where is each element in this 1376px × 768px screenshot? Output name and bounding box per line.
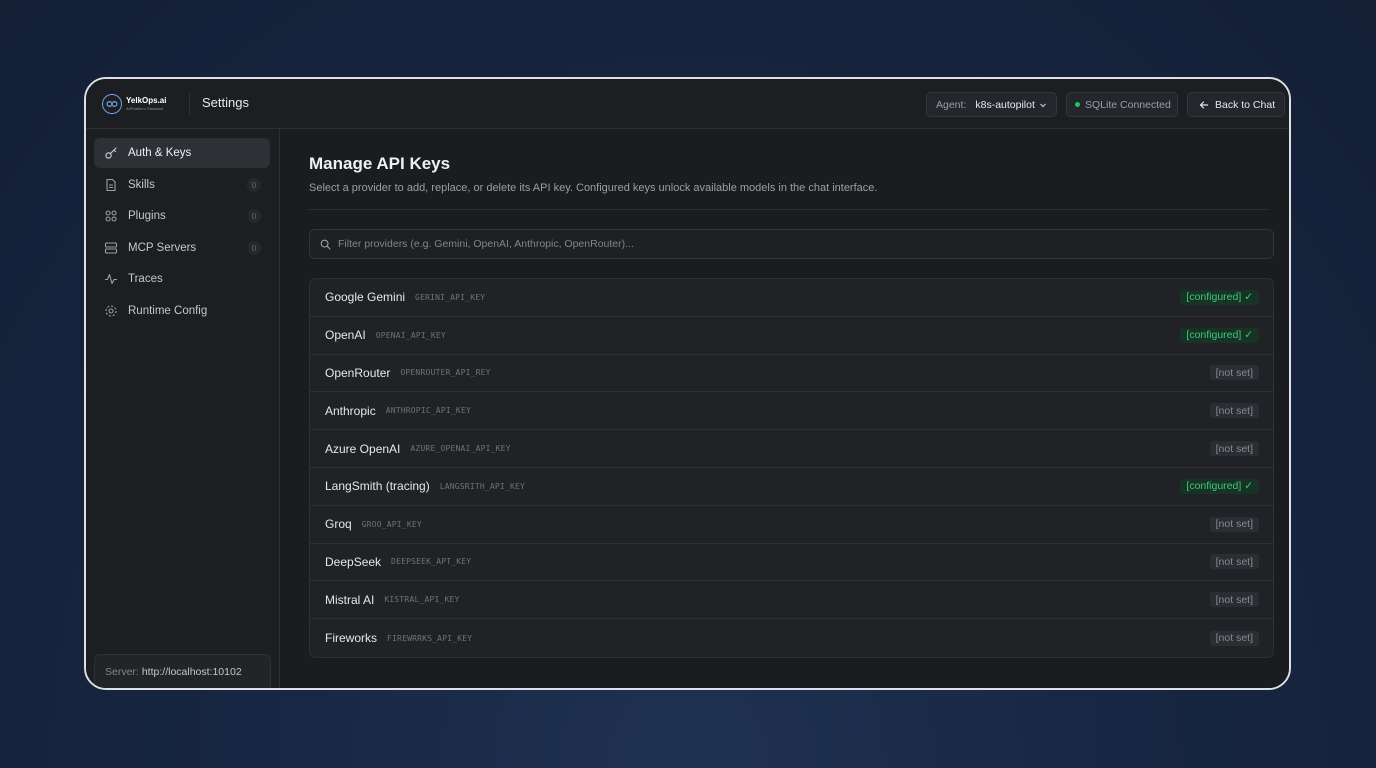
- agent-selector[interactable]: Agent: k8s-autopilot: [926, 92, 1057, 117]
- provider-name: Mistral AI: [325, 592, 375, 607]
- provider-row-anthropic[interactable]: Anthropic ANTHROPIC_API_KEY [not set]: [310, 392, 1273, 431]
- back-to-chat-button[interactable]: Back to Chat: [1187, 92, 1285, 117]
- sidebar-item-label: Traces: [128, 273, 163, 285]
- activity-icon: [104, 272, 118, 286]
- status-badge: [not set]: [1209, 554, 1259, 570]
- header-divider: [189, 93, 190, 115]
- sidebar: Auth & Keys Skills 0 Plugins 0 MCP Serve…: [86, 129, 280, 688]
- provider-name: Google Gemini: [325, 290, 406, 305]
- search-input[interactable]: [338, 238, 1238, 250]
- server-url: http://localhost:10102: [141, 665, 242, 678]
- status-dot-icon: [1075, 102, 1080, 107]
- logo-tagline: AI/Platform Standard: [126, 106, 164, 111]
- provider-env-var: LANGSRITH_API_KEY: [439, 481, 525, 491]
- back-to-chat-label: Back to Chat: [1215, 98, 1276, 111]
- status-badge: [not set]: [1209, 441, 1259, 457]
- arrow-left-icon: [1199, 100, 1209, 109]
- server-info: Server: http://localhost:10102: [94, 654, 271, 688]
- count-badge: 0: [247, 209, 261, 223]
- sidebar-item-label: Skills: [128, 179, 155, 191]
- provider-env-var: FIREWRRKS_API_KEY: [387, 633, 473, 643]
- agent-value: k8s-autopilot: [975, 98, 1035, 111]
- provider-name: OpenAI: [325, 328, 366, 343]
- section-description: Select a provider to add, replace, or de…: [309, 182, 878, 194]
- key-icon: [104, 146, 118, 160]
- agent-label: Agent:: [936, 98, 967, 111]
- status-badge: [configured] ✓: [1180, 327, 1259, 343]
- provider-search[interactable]: [309, 229, 1274, 259]
- section-title: Manage API Keys: [309, 154, 451, 173]
- search-icon: [320, 239, 331, 250]
- sidebar-item-plugins[interactable]: Plugins 0: [94, 201, 270, 231]
- sidebar-item-label: Auth & Keys: [128, 147, 192, 159]
- settings-window: YelkOps.ai AI/Platform Standard Settings…: [84, 77, 1291, 690]
- provider-row-google-gemini[interactable]: Google Gemini GERINI_API_KEY [configured…: [310, 279, 1273, 317]
- sidebar-item-auth-keys[interactable]: Auth & Keys: [94, 138, 270, 168]
- status-badge: [not set]: [1209, 630, 1259, 646]
- sidebar-item-label: MCP Servers: [128, 242, 197, 254]
- provider-name: Anthropic: [325, 403, 376, 418]
- count-badge: 0: [247, 241, 261, 255]
- provider-env-var: GROO_API_KEY: [361, 519, 422, 529]
- provider-row-deepseek[interactable]: DeepSeek DEEPSEEK_APT_KEY [not set]: [310, 544, 1273, 582]
- status-badge: [configured] ✓: [1180, 478, 1259, 494]
- provider-row-langsmith[interactable]: LangSmith (tracing) LANGSRITH_API_KEY [c…: [310, 468, 1273, 506]
- status-badge: [configured] ✓: [1180, 289, 1259, 305]
- sidebar-item-mcp-servers[interactable]: MCP Servers 0: [94, 233, 270, 263]
- sidebar-item-traces[interactable]: Traces: [94, 264, 270, 294]
- provider-row-fireworks[interactable]: Fireworks FIREWRRKS_API_KEY [not set]: [310, 619, 1273, 657]
- provider-row-openrouter[interactable]: OpenRouter OPENROUTER_API_REY [not set]: [310, 355, 1273, 393]
- provider-row-groq[interactable]: Groq GROO_API_KEY [not set]: [310, 506, 1273, 544]
- server-label: Server:: [105, 665, 139, 678]
- count-badge: 0: [247, 178, 261, 192]
- document-icon: [104, 178, 118, 192]
- logo-name: YelkOps.ai: [126, 96, 167, 105]
- provider-list: Google Gemini GERINI_API_KEY [configured…: [309, 278, 1274, 658]
- plugins-icon: [104, 209, 118, 223]
- provider-env-var: GERINI_API_KEY: [415, 292, 486, 302]
- sidebar-item-runtime-config[interactable]: Runtime Config: [94, 296, 270, 326]
- provider-name: OpenRouter: [325, 365, 391, 380]
- provider-name: Azure OpenAI: [325, 441, 401, 456]
- section-divider: [309, 209, 1269, 210]
- chevron-down-icon: [1039, 103, 1046, 107]
- status-badge: [not set]: [1209, 592, 1259, 608]
- page-title: Settings: [202, 95, 249, 110]
- provider-env-var: AZURE_OPENAI_API_KEY: [410, 444, 511, 454]
- sidebar-item-skills[interactable]: Skills 0: [94, 170, 270, 200]
- top-bar: YelkOps.ai AI/Platform Standard Settings…: [86, 79, 1289, 129]
- provider-name: LangSmith (tracing): [325, 479, 430, 494]
- provider-row-openai[interactable]: OpenAI OPENAI_API_KEY [configured] ✓: [310, 317, 1273, 355]
- provider-env-var: OPENROUTER_API_REY: [400, 368, 491, 378]
- provider-name: DeepSeek: [325, 554, 382, 569]
- gear-icon: [104, 304, 118, 318]
- provider-name: Groq: [325, 517, 352, 532]
- provider-env-var: ANTHROPIC_API_KEY: [385, 406, 471, 416]
- provider-env-var: DEEPSEEK_APT_KEY: [391, 557, 472, 567]
- status-badge: [not set]: [1209, 403, 1259, 419]
- provider-row-mistral-ai[interactable]: Mistral AI KISTRAL_API_KEY [not set]: [310, 581, 1273, 620]
- logo-icon: [102, 94, 122, 114]
- status-badge: [not set]: [1209, 516, 1259, 532]
- provider-name: Fireworks: [325, 631, 378, 646]
- sidebar-item-label: Runtime Config: [128, 305, 208, 317]
- main-content: Manage API Keys Select a provider to add…: [280, 129, 1289, 688]
- provider-env-var: OPENAI_API_KEY: [375, 330, 446, 340]
- connection-status: SQLite Connected: [1066, 92, 1178, 117]
- status-badge: [not set]: [1209, 365, 1259, 381]
- sidebar-item-label: Plugins: [128, 210, 166, 222]
- connection-status-label: SQLite Connected: [1085, 98, 1171, 111]
- provider-env-var: KISTRAL_API_KEY: [384, 595, 460, 605]
- server-icon: [104, 241, 118, 255]
- provider-row-azure-openai[interactable]: Azure OpenAI AZURE_OPENAI_API_KEY [not s…: [310, 430, 1273, 468]
- app-logo[interactable]: YelkOps.ai AI/Platform Standard: [102, 94, 166, 114]
